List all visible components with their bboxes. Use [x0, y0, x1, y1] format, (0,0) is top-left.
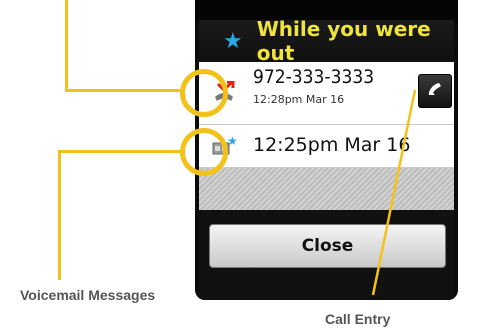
voicemail-messages-label: Voicemail Messages [20, 287, 156, 303]
call-entry-pointer [371, 89, 417, 296]
call-entry-label: Call Entry [325, 311, 391, 327]
